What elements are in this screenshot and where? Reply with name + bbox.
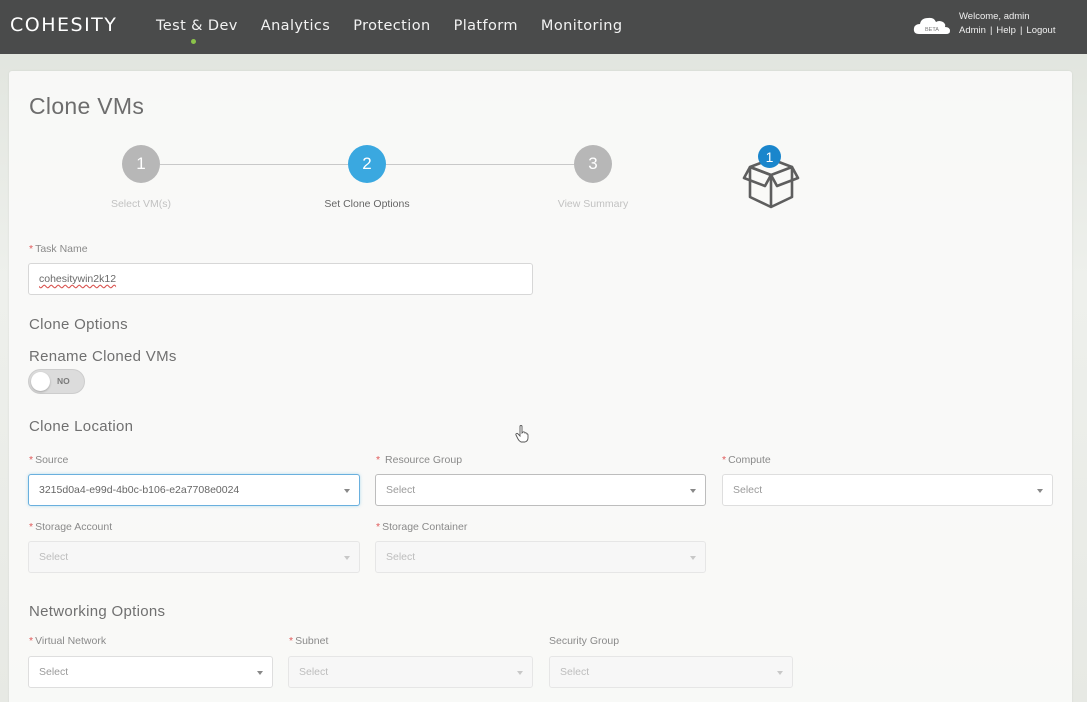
nav-protection[interactable]: Protection (353, 18, 430, 34)
welcome-text: Welcome, admin (959, 11, 1030, 22)
source-select[interactable]: 3215d0a4-e99d-4b0c-b106-e2a7708e0024 (28, 474, 360, 506)
storage-container-label-text: Storage Container (382, 521, 468, 533)
hand-cursor-icon (515, 425, 529, 443)
required-mark: * (29, 635, 34, 647)
chevron-down-icon (690, 556, 696, 560)
compute-select[interactable]: Select (722, 474, 1053, 506)
storage-account-label: * Storage Account (29, 521, 112, 533)
resource-group-select[interactable]: Select (375, 474, 706, 506)
rename-vms-toggle[interactable]: NO (28, 369, 85, 394)
required-mark: * (376, 454, 381, 466)
nav-monitoring[interactable]: Monitoring (541, 18, 623, 34)
link-separator: | (989, 25, 993, 36)
source-label: * Source (29, 454, 68, 466)
chevron-down-icon (690, 489, 696, 493)
nav-test-dev[interactable]: Test & Dev (156, 18, 238, 44)
stepper-connector (160, 164, 348, 165)
clone-location-heading: Clone Location (29, 418, 134, 435)
storage-account-label-text: Storage Account (35, 521, 113, 533)
compute-label-text: Compute (728, 454, 771, 466)
required-mark: * (29, 454, 34, 466)
networking-options-heading: Networking Options (29, 603, 166, 620)
subnet-value: Select (299, 666, 329, 678)
nav-analytics[interactable]: Analytics (261, 18, 330, 34)
user-welcome-block: Welcome, admin Admin | Help | Logout (959, 10, 1055, 38)
subnet-label-text: Subnet (295, 635, 329, 647)
source-value: 3215d0a4-e99d-4b0c-b106-e2a7708e0024 (39, 484, 240, 496)
task-name-label: * Task Name (29, 243, 88, 255)
security-group-value: Select (560, 666, 590, 678)
nav-test-dev-label: Test & Dev (156, 18, 238, 34)
link-separator: | (1019, 25, 1023, 36)
resource-group-label: * Resource Group (376, 454, 462, 466)
step-1-circle[interactable]: 1 (122, 145, 160, 183)
step-1-number: 1 (136, 154, 146, 173)
toggle-knob (31, 372, 50, 391)
chevron-down-icon (517, 671, 523, 675)
task-name-value: cohesitywin2k12 (39, 273, 117, 285)
storage-account-value: Select (39, 551, 69, 563)
subnet-select[interactable]: Select (288, 656, 533, 688)
chevron-down-icon (1037, 489, 1043, 493)
required-mark: * (29, 521, 34, 533)
beta-label: BETA (925, 27, 939, 33)
resource-group-label-text: Resource Group (385, 454, 463, 466)
step-3-circle[interactable]: 3 (574, 145, 612, 183)
chevron-down-icon (777, 671, 783, 675)
step-2-label: Set Clone Options (324, 198, 410, 210)
step-2-number: 2 (362, 154, 372, 173)
storage-container-select[interactable]: Select (375, 541, 706, 573)
task-name-label-text: Task Name (35, 243, 88, 255)
subnet-label: * Subnet (289, 635, 328, 647)
cloud-beta-icon[interactable]: BETA (913, 15, 951, 35)
task-name-input[interactable]: cohesitywin2k12 (28, 263, 533, 295)
chevron-down-icon (344, 556, 350, 560)
active-indicator-dot (191, 39, 196, 44)
required-mark: * (29, 243, 34, 255)
cohesity-logo[interactable]: COHESITY (10, 14, 117, 36)
virtual-network-select[interactable]: Select (28, 656, 273, 688)
storage-container-label: * Storage Container (376, 521, 467, 533)
page-title: Clone VMs (29, 93, 145, 119)
clone-options-heading: Clone Options (29, 316, 128, 333)
required-mark: * (376, 521, 381, 533)
top-navigation-bar: COHESITY Test & Dev Analytics Protection… (0, 0, 1087, 54)
step-3-label: View Summary (557, 198, 629, 210)
help-link[interactable]: Help (996, 25, 1016, 36)
user-links: Admin | Help | Logout (959, 24, 1055, 38)
step-1-label: Select VM(s) (110, 198, 172, 210)
cart-count-badge: 1 (758, 145, 781, 168)
step-2-circle[interactable]: 2 (348, 145, 386, 183)
chevron-down-icon (344, 489, 350, 493)
admin-link[interactable]: Admin (959, 25, 986, 36)
chevron-down-icon (257, 671, 263, 675)
stepper-connector (386, 164, 574, 165)
rename-cloned-vms-label: Rename Cloned VMs (29, 348, 177, 365)
logout-link[interactable]: Logout (1026, 25, 1055, 36)
storage-container-value: Select (386, 551, 416, 563)
security-group-select[interactable]: Select (549, 656, 793, 688)
clone-vms-card: Clone VMs 1 Select VM(s) 2 Set Clone Opt… (9, 71, 1072, 702)
storage-account-select[interactable]: Select (28, 541, 360, 573)
step-3-number: 3 (588, 154, 598, 173)
toggle-state-text: NO (57, 376, 70, 386)
main-nav: Test & Dev Analytics Protection Platform… (156, 18, 645, 44)
virtual-network-value: Select (39, 666, 69, 678)
required-mark: * (722, 454, 727, 466)
compute-label: * Compute (722, 454, 771, 466)
virtual-network-label: * Virtual Network (29, 635, 106, 647)
security-group-label: Security Group (549, 635, 620, 647)
nav-platform[interactable]: Platform (454, 18, 518, 34)
compute-value: Select (733, 484, 763, 496)
source-label-text: Source (35, 454, 69, 466)
required-mark: * (289, 635, 294, 647)
virtual-network-label-text: Virtual Network (35, 635, 107, 647)
resource-group-value: Select (386, 484, 416, 496)
